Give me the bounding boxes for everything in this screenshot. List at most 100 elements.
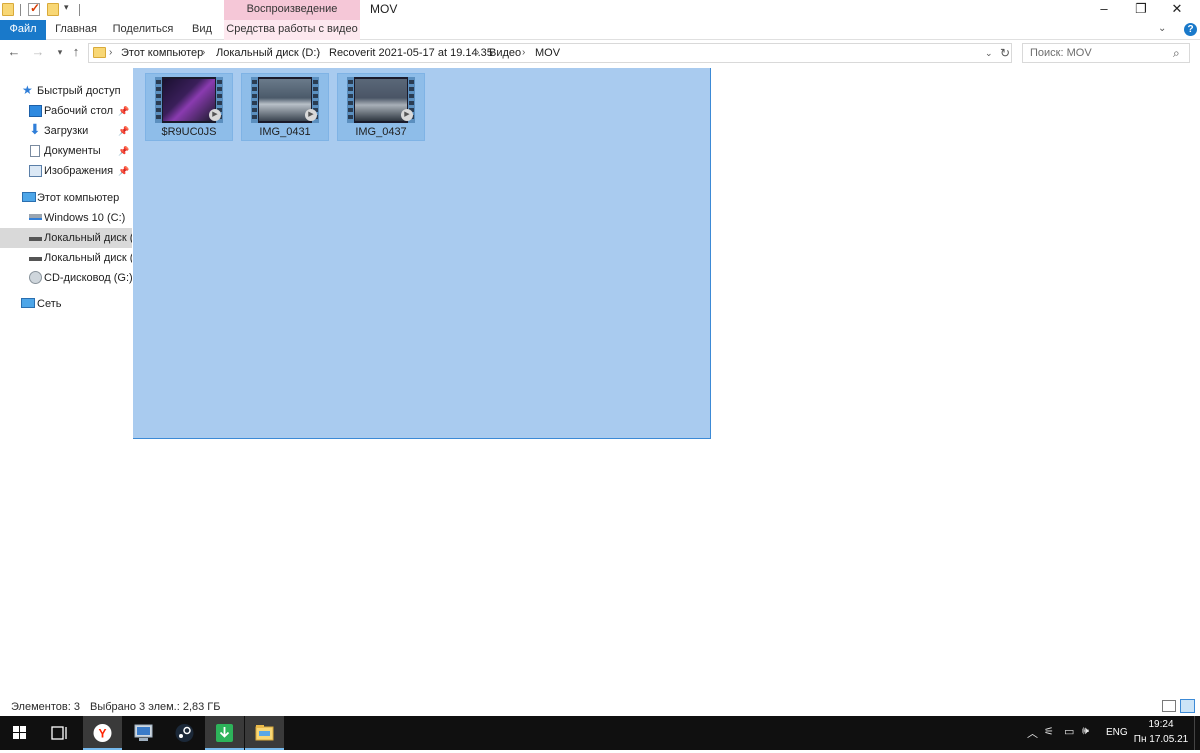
search-icon[interactable]: ⌕ <box>1173 44 1180 62</box>
breadcrumb-separator-icon: › <box>109 47 113 58</box>
sidebar-item-label: Сеть <box>37 298 62 310</box>
sidebar-item-drive-e[interactable]: Локальный диск (E <box>0 248 132 268</box>
sidebar-item-label: Документы <box>44 145 101 157</box>
large-icons-view-icon[interactable] <box>1180 699 1195 713</box>
svg-text:Y: Y <box>98 727 106 741</box>
thumbnail-scene <box>355 79 407 121</box>
recent-locations-icon[interactable]: ▾ <box>52 43 68 61</box>
download-app-icon[interactable] <box>205 716 244 750</box>
ribbon-tabs: Файл Главная Поделиться Вид Средства раб… <box>0 20 1200 40</box>
computer-app-icon[interactable] <box>124 716 163 750</box>
cd-drive-icon <box>29 271 42 284</box>
language-indicator[interactable]: ENG <box>1106 727 1128 738</box>
up-arrow-icon[interactable]: ↑ <box>68 43 84 61</box>
show-desktop-button[interactable] <box>1194 716 1200 750</box>
thumbnail-scene <box>259 79 311 121</box>
video-thumbnail: ▶ <box>155 77 223 123</box>
file-name[interactable]: IMG_0437 <box>338 126 424 138</box>
tab-file[interactable]: Файл <box>0 20 46 40</box>
breadcrumb-drive-d[interactable]: Локальный диск (D:) <box>216 44 320 62</box>
video-thumbnail: ▶ <box>347 77 415 123</box>
item-count: Элементов: 3 <box>11 701 80 713</box>
chevron-down-icon[interactable]: ⌄ <box>1158 23 1166 34</box>
refresh-icon[interactable]: ↻ <box>1000 44 1010 62</box>
sidebar-item-drive-c[interactable]: Windows 10 (C:) <box>0 208 132 228</box>
window-title: MOV <box>370 2 398 16</box>
film-strip <box>251 77 258 123</box>
navigation-pane: ★ Быстрый доступ Рабочий стол 📌 ⬇ Загруз… <box>0 70 132 695</box>
windows-start-icon[interactable] <box>0 716 39 750</box>
folder-icon <box>2 3 14 16</box>
drive-icon <box>29 237 42 241</box>
network-status-icon[interactable]: ⚟ <box>1044 725 1054 738</box>
tab-view[interactable]: Вид <box>186 20 218 40</box>
download-icon: ⬇ <box>29 121 41 137</box>
sidebar-item-pictures[interactable]: Изображения 📌 <box>0 161 132 181</box>
pin-icon[interactable]: 📌 <box>118 121 129 141</box>
breadcrumb-separator-icon[interactable]: › <box>476 44 479 62</box>
file-name[interactable]: $R9UC0JS <box>146 126 232 138</box>
file-item[interactable]: ▶ IMG_0437 <box>337 73 425 141</box>
clock-date[interactable]: Пн 17.05.21 <box>1132 734 1190 745</box>
yandex-browser-icon[interactable]: Y <box>83 716 122 750</box>
tab-video-tools[interactable]: Средства работы с видео <box>224 20 360 40</box>
task-view-icon[interactable] <box>40 716 79 750</box>
sidebar-item-label: Загрузки <box>44 125 89 137</box>
navigation-bar: ← → ▾ ↑ › Этот компьютер › Локальный дис… <box>0 41 1200 65</box>
breadcrumb-this-pc[interactable]: Этот компьютер <box>121 44 203 62</box>
sidebar-item-label: Локальный диск (E <box>44 252 132 264</box>
forward-arrow-icon[interactable]: → <box>30 43 46 61</box>
file-item[interactable]: ▶ $R9UC0JS <box>145 73 233 141</box>
file-item[interactable]: ▶ IMG_0431 <box>241 73 329 141</box>
tab-share[interactable]: Поделиться <box>110 20 176 40</box>
chevron-down-icon[interactable]: ⌄ <box>985 44 993 62</box>
sidebar-item-cd-drive[interactable]: CD-дисковод (G:) <box>0 268 132 288</box>
steam-icon[interactable] <box>165 716 204 750</box>
details-view-icon[interactable] <box>1162 700 1176 712</box>
sidebar-item-downloads[interactable]: ⬇ Загрузки 📌 <box>0 121 132 141</box>
pictures-icon <box>29 165 42 177</box>
sidebar-item-label: CD-дисковод (G:) <box>44 272 132 284</box>
breadcrumb-recoverit[interactable]: Recoverit 2021-05-17 at 19.14.35 <box>329 44 493 62</box>
sidebar-item-this-pc[interactable]: Этот компьютер <box>0 188 132 208</box>
help-icon[interactable]: ? <box>1184 23 1197 36</box>
clock-time[interactable]: 19:24 <box>1132 719 1190 730</box>
film-strip <box>347 77 354 123</box>
breadcrumb-separator-icon[interactable]: › <box>317 44 320 62</box>
file-explorer-icon[interactable] <box>245 716 284 750</box>
chevron-up-icon[interactable]: ︿ <box>1027 725 1038 741</box>
pin-icon[interactable]: 📌 <box>118 161 129 181</box>
volume-icon[interactable]: 🕪 <box>1082 725 1089 738</box>
sidebar-item-label: Рабочий стол <box>44 105 114 117</box>
play-icon: ▶ <box>305 109 317 121</box>
file-list-area[interactable]: ▶ $R9UC0JS ▶ IMG_0431 ▶ IMG_0437 <box>133 68 1200 695</box>
sidebar-item-desktop[interactable]: Рабочий стол 📌 <box>0 101 132 121</box>
breadcrumb-video[interactable]: Видео <box>489 44 521 62</box>
address-bar[interactable]: › Этот компьютер › Локальный диск (D:) ›… <box>88 43 1012 63</box>
windows-drive-icon <box>29 214 42 220</box>
sidebar-item-label: Быстрый доступ <box>37 85 121 97</box>
back-arrow-icon[interactable]: ← <box>6 43 22 61</box>
search-input[interactable]: Поиск: MOV ⌕ <box>1022 43 1190 63</box>
breadcrumb-separator-icon[interactable]: › <box>522 44 525 62</box>
new-folder-icon[interactable] <box>47 3 59 16</box>
sidebar-item-label: Windows 10 (C:) <box>44 212 126 224</box>
pin-icon[interactable]: 📌 <box>118 141 129 161</box>
sidebar-item-drive-d[interactable]: Локальный диск (D <box>0 228 132 248</box>
selection-info: Выбрано 3 элем.: 2,83 ГБ <box>90 701 221 713</box>
pin-icon[interactable]: 📌 <box>118 101 129 121</box>
sidebar-item-documents[interactable]: Документы 📌 <box>0 141 132 161</box>
sidebar-item-network[interactable]: Сеть <box>0 294 132 314</box>
sidebar-item-quick-access[interactable]: ★ Быстрый доступ <box>0 81 132 101</box>
tab-home[interactable]: Главная <box>52 20 100 40</box>
taskbar: Y ︿ ⚟ ▭ 🕪 ENG 19:24 Пн 17.05.21 <box>0 716 1200 750</box>
breadcrumb-mov[interactable]: MOV <box>535 44 560 62</box>
file-name[interactable]: IMG_0431 <box>242 126 328 138</box>
close-icon[interactable]: ✕ <box>1154 0 1200 20</box>
documents-icon <box>30 145 40 157</box>
notifications-icon[interactable]: ▭ <box>1064 725 1074 738</box>
search-placeholder: Поиск: MOV <box>1030 47 1092 59</box>
quick-access-dropdown-icon[interactable]: ▾ <box>64 2 69 13</box>
breadcrumb-separator-icon[interactable]: › <box>202 44 205 62</box>
properties-icon[interactable] <box>28 1 40 16</box>
